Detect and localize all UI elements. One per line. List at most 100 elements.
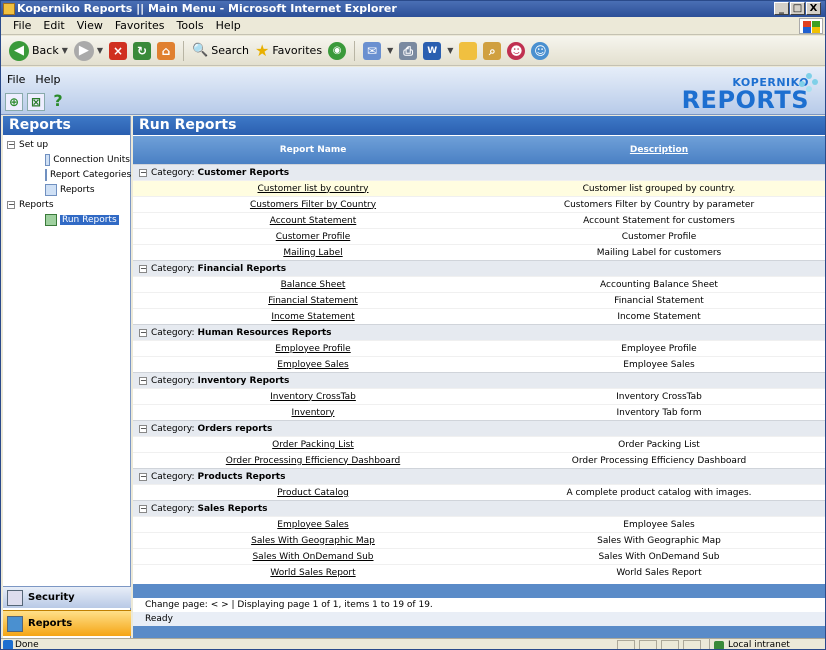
forward-arrow-icon: ▶ [73, 40, 94, 61]
category-row[interactable]: − Category: Inventory Reports [133, 372, 825, 388]
reports-nav-button[interactable]: Reports [3, 610, 131, 636]
tree-node-setup[interactable]: − Set up [7, 137, 130, 152]
category-row[interactable]: − Category: Financial Reports [133, 260, 825, 276]
search-label: Search [211, 44, 250, 57]
page-icon [3, 640, 13, 649]
table-row: Mailing Label Mailing Label for customers [133, 244, 825, 260]
category-row[interactable]: − Category: Sales Reports [133, 500, 825, 516]
report-link[interactable]: Customer Profile [276, 232, 351, 242]
category-row[interactable]: − Category: Human Resources Reports [133, 324, 825, 340]
table-row: Inventory Inventory Tab form [133, 404, 825, 420]
status-cell [683, 640, 701, 649]
collapse-icon[interactable]: − [139, 264, 147, 273]
app-menu-help[interactable]: Help [35, 73, 60, 86]
collapse-icon[interactable]: − [139, 168, 147, 177]
report-link[interactable]: Inventory CrossTab [270, 392, 356, 402]
refresh-icon[interactable]: ↻ [133, 41, 152, 60]
table-row: Balance Sheet Accounting Balance Sheet [133, 276, 825, 292]
report-link[interactable]: Product Catalog [277, 488, 349, 498]
mail-icon[interactable]: ✉ [363, 41, 382, 60]
report-description: Sales With OnDemand Sub [598, 551, 720, 562]
report-link[interactable]: Customers Filter by Country [250, 200, 376, 210]
menu-favorites[interactable]: Favorites [109, 19, 171, 32]
report-description: A complete product catalog with images. [566, 487, 752, 498]
collapse-icon[interactable]: − [139, 328, 147, 337]
category-row[interactable]: − Category: Products Reports [133, 468, 825, 484]
menu-help[interactable]: Help [210, 19, 247, 32]
report-link[interactable]: Employee Sales [277, 360, 348, 370]
report-link[interactable]: Sales With Geographic Map [251, 536, 375, 546]
messenger-icon[interactable]: ☻ [507, 41, 526, 60]
search-button[interactable]: 🔍 Search [192, 43, 249, 58]
word-icon[interactable]: W [423, 41, 442, 60]
report-link[interactable]: Employee Profile [275, 344, 350, 354]
minimize-button[interactable]: _ [774, 2, 789, 15]
forward-dropdown-icon: ▼ [96, 46, 104, 55]
report-link[interactable]: Order Processing Efficiency Dashboard [226, 456, 400, 466]
back-button[interactable]: ◀ Back ▼ [9, 40, 68, 61]
security-nav-button[interactable]: Security [3, 586, 131, 608]
stop-icon[interactable]: × [109, 41, 128, 60]
app-menu-file[interactable]: File [7, 73, 25, 86]
research-icon[interactable]: ⌕ [483, 41, 502, 60]
pager-text[interactable]: Change page: < > | Displaying page 1 of … [133, 598, 825, 612]
report-link[interactable]: Account Statement [270, 216, 357, 226]
report-link[interactable]: Inventory [292, 408, 335, 418]
menu-file[interactable]: File [7, 19, 37, 32]
report-description: Mailing Label for customers [596, 247, 722, 258]
mail-dropdown-icon[interactable]: ▼ [387, 46, 393, 55]
excel-icon[interactable]: ⊠ [27, 93, 45, 111]
report-description: World Sales Report [616, 567, 702, 578]
report-description: Customer list grouped by country. [582, 183, 736, 194]
edit-dropdown-icon[interactable]: ▼ [447, 46, 453, 55]
report-link[interactable]: Sales With OnDemand Sub [252, 552, 373, 562]
windows-logo-icon [799, 18, 823, 34]
home-icon[interactable]: ⌂ [157, 41, 176, 60]
media-icon[interactable]: ◉ [328, 41, 347, 60]
collapse-icon[interactable]: − [139, 504, 147, 513]
report-link[interactable]: Mailing Label [283, 248, 342, 258]
table-row: Employee Profile Employee Profile [133, 340, 825, 356]
report-link[interactable]: World Sales Report [270, 568, 355, 578]
category-row[interactable]: − Category: Customer Reports [133, 164, 825, 180]
report-name-cell: Product Catalog [133, 488, 493, 498]
forward-button[interactable]: ▶ ▼ [73, 40, 104, 61]
table-row: Order Packing List Order Packing List [133, 436, 825, 452]
reports-icon [7, 615, 23, 632]
category-row[interactable]: − Category: Orders reports [133, 420, 825, 436]
report-name-cell: Order Packing List [133, 440, 493, 450]
report-link[interactable]: Customer list by country [258, 184, 369, 194]
tree-node-run-reports[interactable]: Run Reports [7, 212, 130, 227]
menu-tools[interactable]: Tools [171, 19, 210, 32]
collapse-icon[interactable]: − [139, 376, 147, 385]
favorites-button[interactable]: ★ Favorites [255, 41, 322, 60]
status-done: Done [15, 640, 39, 650]
collapse-icon[interactable]: − [139, 472, 147, 481]
close-button[interactable]: X [806, 2, 821, 15]
report-link[interactable]: Order Packing List [272, 440, 354, 450]
maximize-button[interactable]: □ [790, 2, 805, 15]
menu-view[interactable]: View [71, 19, 109, 32]
report-link[interactable]: Employee Sales [277, 520, 348, 530]
report-link[interactable]: Income Statement [271, 312, 354, 322]
collapse-icon[interactable]: − [7, 140, 15, 149]
tree-node-connection-units[interactable]: Connection Units [7, 152, 130, 167]
tree-node-reports[interactable]: − Reports [7, 197, 130, 212]
tree-node-reports-setup[interactable]: Reports [7, 182, 130, 197]
report-description: Inventory CrossTab [616, 391, 702, 402]
table-row: Account Statement Account Statement for c… [133, 212, 825, 228]
column-description[interactable]: Description [493, 145, 825, 155]
report-link[interactable]: Balance Sheet [281, 280, 346, 290]
collapse-icon[interactable]: − [139, 424, 147, 433]
categories-icon [45, 168, 47, 181]
menu-edit[interactable]: Edit [37, 19, 70, 32]
add-icon[interactable]: ⊕ [5, 93, 23, 111]
tree-node-report-categories[interactable]: Report Categories [7, 167, 131, 182]
print-icon[interactable]: ⎙ [399, 41, 418, 60]
folder-icon[interactable] [459, 41, 478, 60]
contacts-icon[interactable]: ☺ [531, 41, 550, 60]
help-icon[interactable]: ? [49, 93, 67, 111]
report-link[interactable]: Financial Statement [268, 296, 358, 306]
collapse-icon[interactable]: − [7, 200, 15, 209]
report-name-cell: Sales With OnDemand Sub [133, 552, 493, 562]
